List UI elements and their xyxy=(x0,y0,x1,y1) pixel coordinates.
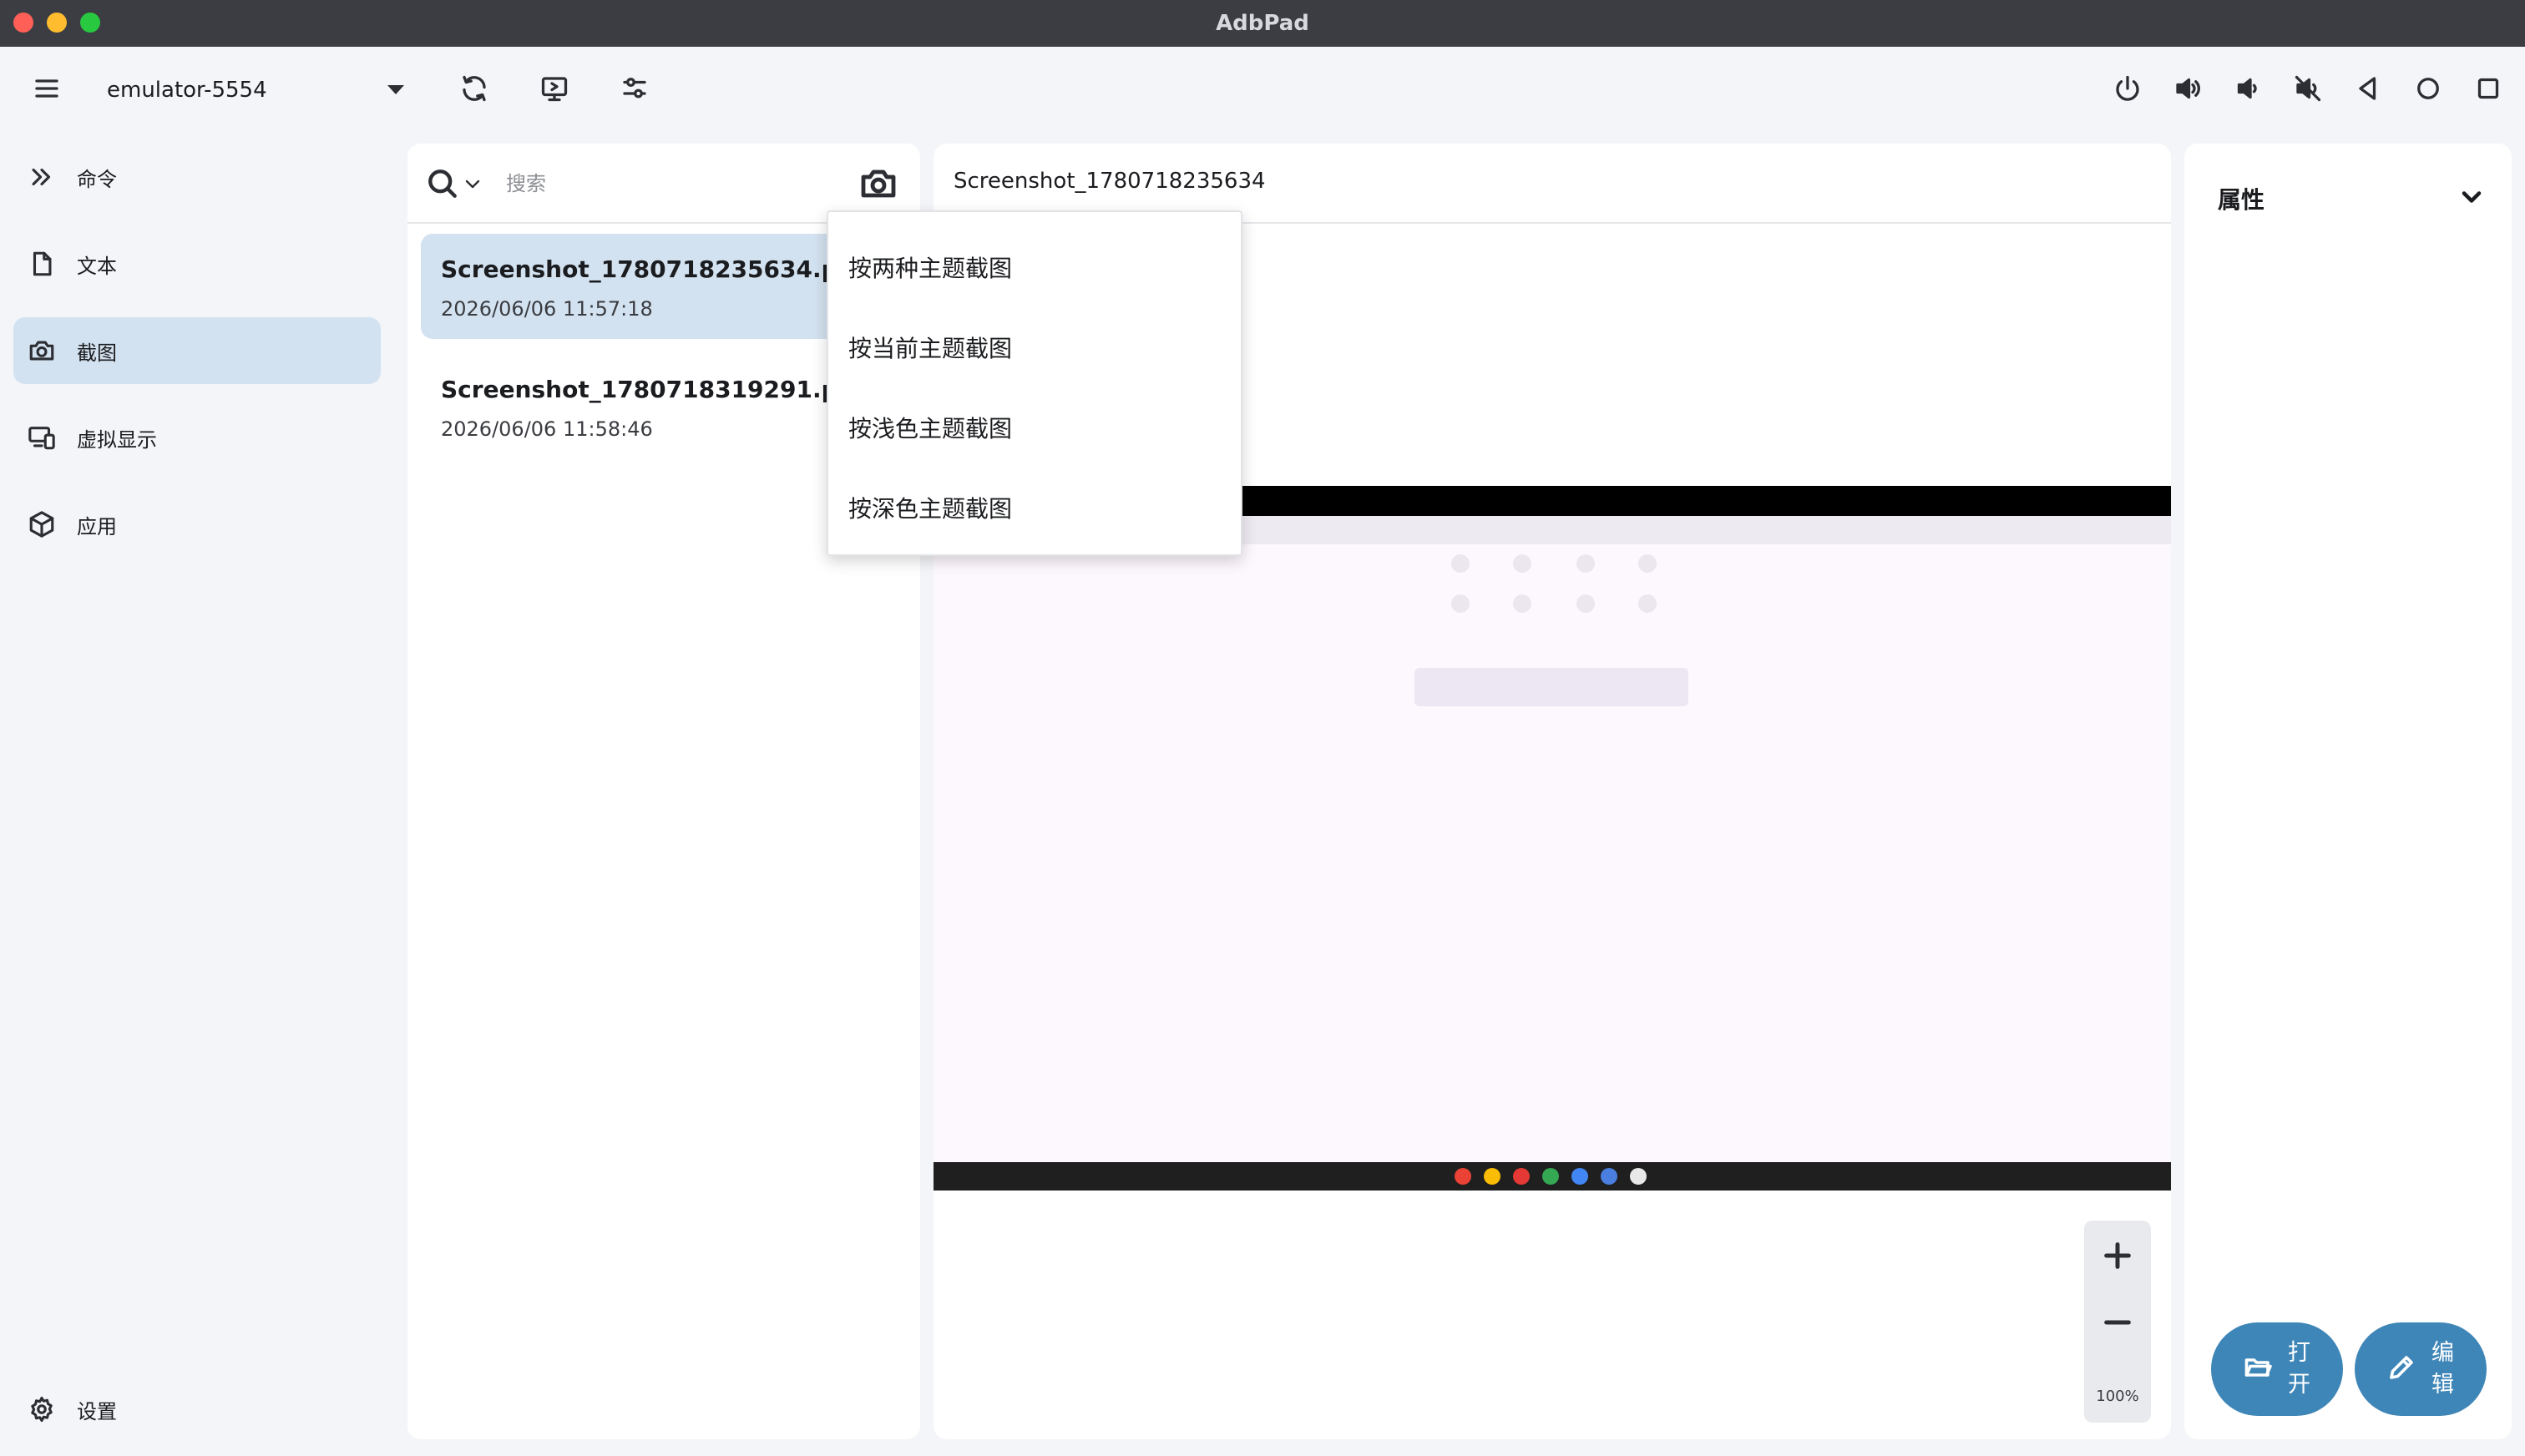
title-bar: AdbPad xyxy=(0,0,2525,47)
chevron-down-icon[interactable] xyxy=(463,174,483,194)
file-name: Screenshot_1780718235634.png xyxy=(441,255,872,283)
screen-mirror-icon[interactable] xyxy=(531,65,578,112)
preview-title: Screenshot_1780718235634 xyxy=(954,169,1266,194)
open-button[interactable]: 打开 xyxy=(2211,1322,2343,1416)
edit-button-label: 编辑 xyxy=(2431,1340,2454,1398)
phone-feed-card xyxy=(1414,668,1688,706)
folder-open-icon xyxy=(2243,1352,2276,1386)
camera-icon xyxy=(27,336,57,366)
virtual-display-icon xyxy=(27,422,57,452)
sidebar-item-settings[interactable]: 设置 xyxy=(13,1376,381,1443)
device-select[interactable]: emulator-5554 xyxy=(92,67,409,114)
shortcut-tile xyxy=(1638,594,1657,613)
shortcut-tile xyxy=(1638,554,1657,573)
phone-dock xyxy=(934,1162,2171,1191)
screenshot-preview-image[interactable] xyxy=(934,486,2171,1191)
sidebar-item-label: 应用 xyxy=(77,514,117,538)
app-dot-icon xyxy=(1542,1168,1559,1185)
pencil-icon xyxy=(2386,1352,2420,1386)
sidebar-item-virtual-display[interactable]: 虚拟显示 xyxy=(13,404,381,471)
shortcut-tile xyxy=(1513,594,1531,613)
sidebar-item-screenshot[interactable]: 截图 xyxy=(13,317,381,384)
sidebar-item-label: 命令 xyxy=(77,167,117,191)
shortcut-tile xyxy=(1451,554,1470,573)
app-dot-icon xyxy=(1630,1168,1647,1185)
package-icon xyxy=(27,509,57,539)
edit-button[interactable]: 编辑 xyxy=(2355,1322,2487,1416)
take-screenshot-button[interactable] xyxy=(858,164,898,204)
gear-icon xyxy=(27,1394,57,1424)
menu-item-light-theme[interactable]: 按浅色主题截图 xyxy=(828,387,1241,468)
mute-icon[interactable] xyxy=(2285,65,2331,112)
shortcut-tile xyxy=(1576,554,1595,573)
menu-item-dark-theme[interactable]: 按深色主题截图 xyxy=(828,468,1241,548)
shortcut-tile xyxy=(1576,594,1595,613)
shortcut-tile xyxy=(1451,594,1470,613)
device-name: emulator-5554 xyxy=(107,78,267,103)
menu-item-label: 按当前主题截图 xyxy=(848,335,1013,362)
menu-item-both-themes[interactable]: 按两种主题截图 xyxy=(828,227,1241,307)
sidebar: 命令 文本 截图 虚拟显示 应用 设置 xyxy=(0,130,392,1456)
volume-up-icon[interactable] xyxy=(2164,65,2211,112)
document-icon xyxy=(27,249,57,279)
double-chevron-icon xyxy=(27,162,57,192)
app-dot-icon xyxy=(1513,1168,1530,1185)
app-dot-icon xyxy=(1484,1168,1500,1185)
home-icon[interactable] xyxy=(2405,65,2452,112)
sidebar-item-apps[interactable]: 应用 xyxy=(13,491,381,558)
menu-item-label: 按浅色主题截图 xyxy=(848,415,1013,442)
app-dot-icon xyxy=(1571,1168,1588,1185)
sidebar-item-label: 设置 xyxy=(77,1399,117,1423)
properties-title: 属性 xyxy=(2218,186,2265,214)
back-icon[interactable] xyxy=(2345,65,2391,112)
volume-down-icon[interactable] xyxy=(2224,65,2271,112)
menu-item-label: 按两种主题截图 xyxy=(848,255,1013,282)
zoom-controls: 100% xyxy=(2084,1221,2151,1423)
menu-item-current-theme[interactable]: 按当前主题截图 xyxy=(828,307,1241,387)
file-date: 2026/06/06 11:57:18 xyxy=(441,297,653,321)
open-button-label: 打开 xyxy=(2288,1340,2310,1398)
menu-icon[interactable] xyxy=(23,65,70,112)
toolbar: emulator-5554 xyxy=(0,47,2525,130)
app-dot-icon xyxy=(1601,1168,1617,1185)
sidebar-item-label: 虚拟显示 xyxy=(77,427,157,452)
shortcut-tile xyxy=(1513,554,1531,573)
sidebar-item-commands[interactable]: 命令 xyxy=(13,144,381,210)
sidebar-item-label: 截图 xyxy=(77,341,117,365)
recents-icon[interactable] xyxy=(2465,65,2512,112)
file-date: 2026/06/06 11:58:46 xyxy=(441,417,653,441)
power-icon[interactable] xyxy=(2104,65,2151,112)
caret-down-icon xyxy=(387,85,404,94)
zoom-out-button[interactable] xyxy=(2094,1299,2141,1346)
adjust-icon[interactable] xyxy=(611,65,658,112)
search-input[interactable] xyxy=(506,164,823,204)
properties-panel: 属性 xyxy=(2184,144,2512,1439)
zoom-in-button[interactable] xyxy=(2094,1232,2141,1279)
menu-item-label: 按深色主题截图 xyxy=(848,495,1013,523)
window-title: AdbPad xyxy=(1216,11,1309,36)
sidebar-item-text[interactable]: 文本 xyxy=(13,230,381,297)
sidebar-item-label: 文本 xyxy=(77,254,117,278)
chevron-down-icon[interactable] xyxy=(2457,182,2487,212)
screenshot-mode-menu: 按两种主题截图 按当前主题截图 按浅色主题截图 按深色主题截图 xyxy=(827,210,1242,556)
app-dot-icon xyxy=(1455,1168,1471,1185)
file-name: Screenshot_1780718319291.png xyxy=(441,376,872,403)
zoom-level: 100% xyxy=(2096,1388,2139,1405)
refresh-icon[interactable] xyxy=(451,65,498,112)
search-icon[interactable] xyxy=(424,165,461,202)
